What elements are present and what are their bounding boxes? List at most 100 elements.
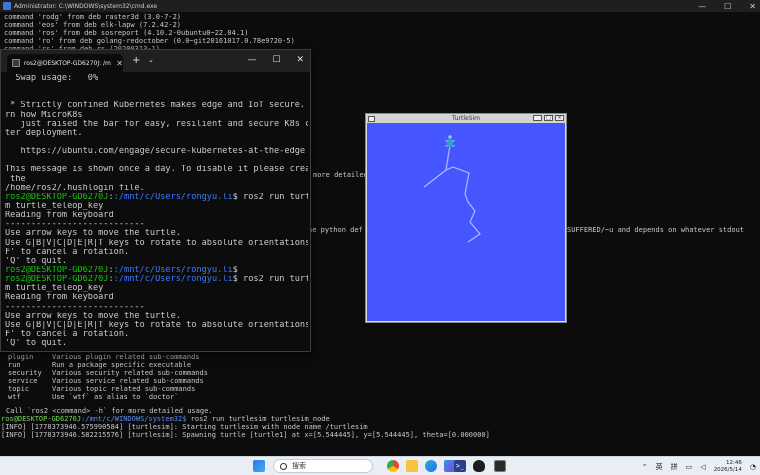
- ime-mode-indicator[interactable]: 拼: [671, 462, 678, 472]
- turtle-icon: [445, 135, 455, 147]
- ime-language-indicator[interactable]: 英: [656, 462, 663, 472]
- file-explorer-icon[interactable]: [406, 460, 418, 472]
- windows-taskbar: 搜索 >_ ⌃ 英 拼 ▭ ◁ 12:46 2026/5/14 ◔: [0, 456, 760, 475]
- ros2-subcommand-desc: Use `wtf` as alias to `doctor`: [52, 393, 179, 401]
- turtlesim-canvas: [367, 123, 565, 321]
- ros2-subcommand-desc: Various service related sub-commands: [52, 377, 204, 385]
- console-prompt-line: ros@DESKTOP-GD6270J:/mnt/c/WINDOWS/syste…: [1, 415, 330, 423]
- terminal-line: https://ubuntu.com/engage/secure-kuberne…: [5, 147, 306, 157]
- terminal-line: 'Q' to quit.: [5, 256, 68, 266]
- ros2-subcommand-name: security: [8, 369, 42, 377]
- background-console-title: Administrator: C:\WINDOWS\system32\cmd.e…: [14, 2, 158, 10]
- linux-terminal-icon: [12, 59, 20, 67]
- search-icon: [280, 462, 287, 470]
- console-line-fragment: he python def: [308, 226, 363, 234]
- close-icon[interactable]: ✕: [296, 55, 304, 65]
- notification-bell-icon[interactable]: ◔: [750, 463, 756, 471]
- terminal-line: just raised the bar for easy, resilient …: [5, 119, 308, 129]
- close-tab-icon[interactable]: ✕: [116, 59, 123, 68]
- turtle-path-drawing: [423, 135, 481, 243]
- terminal-line: 'Q' to quit.: [5, 339, 68, 349]
- ros2-subcommand-desc: Various security related sub-commands: [52, 369, 208, 377]
- console-call-hint: Call `ros2 <command> -h` for more detail…: [6, 407, 213, 415]
- console-line: command 'eos' from deb elk-lapw (7.2.42-…: [4, 21, 182, 29]
- maximize-icon[interactable]: ☐: [724, 2, 731, 11]
- turtle-trail: [423, 144, 481, 243]
- terminal-line: m turtle_teleop_key: [5, 201, 104, 211]
- network-icon[interactable]: ▭: [686, 463, 693, 471]
- ros2-subcommand-desc: Various topic related sub-commands: [52, 385, 196, 393]
- minimize-icon[interactable]: _: [533, 115, 542, 121]
- edge-icon[interactable]: [425, 460, 437, 472]
- volume-icon[interactable]: ◁: [700, 463, 705, 471]
- system-tray: ⌃ 英 拼 ▭ ◁ 12:46 2026/5/14 ◔: [642, 458, 756, 475]
- terminal-prompt-line: ros2@DESKTOP-GD6270J::/mnt/c/Users/rongy…: [5, 275, 308, 285]
- close-icon[interactable]: ×: [555, 115, 564, 121]
- terminal-icon[interactable]: [494, 460, 506, 472]
- terminal-line: This message is shown once a day. To dis…: [5, 165, 308, 175]
- tray-chevron-up-icon[interactable]: ⌃: [642, 463, 648, 471]
- chrome-icon[interactable]: [387, 460, 399, 472]
- terminal-line: Use arrow keys to move the turtle.: [5, 229, 181, 239]
- turtlesim-window: TurtleSim _ □ ×: [365, 113, 567, 323]
- start-windows-icon[interactable]: [253, 460, 265, 472]
- taskbar-search-box[interactable]: 搜索: [273, 459, 373, 473]
- maximize-icon[interactable]: ☐: [272, 55, 280, 65]
- terminal-line: F' to cancel a rotation.: [5, 329, 130, 339]
- taskbar-clock[interactable]: 12:46 2026/5/14: [714, 460, 742, 474]
- terminal-tab[interactable]: ros2@DESKTOP-GD6270J: /m ✕: [7, 54, 123, 72]
- console-app-icon: [3, 2, 11, 10]
- console-line-fragment: more detailed: [313, 171, 368, 179]
- new-tab-button[interactable]: +: [132, 55, 140, 66]
- search-placeholder: 搜索: [292, 462, 306, 470]
- terminal-line: Use G|B|V|C|D|E|R|T keys to rotate to ab…: [5, 238, 308, 248]
- powershell-icon[interactable]: >_: [454, 460, 466, 472]
- terminal-line: * Strictly confined Kubernetes makes edg…: [5, 101, 308, 111]
- terminal-line: rn how MicroK8s: [5, 110, 83, 120]
- background-console-titlebar[interactable]: Administrator: C:\WINDOWS\system32\cmd.e…: [0, 0, 760, 12]
- turtlesim-info-log: [INFO] [1778373946.575990584] [turtlesim…: [1, 423, 368, 431]
- terminal-prompt-line: ros2@DESKTOP-GD6270J::/mnt/c/Users/rongy…: [5, 265, 238, 275]
- terminal-line: ---------------------------: [5, 302, 145, 312]
- terminal-prompt-line: ros2@DESKTOP-GD6270J::/mnt/c/Users/rongy…: [5, 192, 308, 202]
- ros2-subcommand-name: run: [8, 361, 21, 369]
- console-line: command 'rodg' from deb raster3d (3.0-7-…: [4, 13, 182, 21]
- linux-penguin-icon[interactable]: [473, 460, 485, 472]
- terminal-line: Swap usage: 0%: [5, 74, 99, 83]
- terminal-line: /home/ros2/.hushlogin file.: [5, 183, 145, 193]
- console-line: command 'ros' from deb sosreport (4.10.2…: [4, 29, 249, 37]
- maximize-icon[interactable]: □: [544, 115, 553, 121]
- ros2-subcommand-name: topic: [8, 385, 30, 393]
- close-icon[interactable]: ✕: [749, 2, 756, 11]
- console-line-fragment: SUFFERED/~u and depends on whatever stdo…: [567, 226, 745, 234]
- console-line: command 'ro' from deb golang-redoctober …: [4, 37, 295, 45]
- minimize-icon[interactable]: —: [247, 55, 256, 65]
- terminal-tab-title: ros2@DESKTOP-GD6270J: /m: [23, 59, 111, 67]
- turtlesim-titlebar[interactable]: TurtleSim _ □ ×: [366, 114, 566, 123]
- terminal-line: Reading from keyboard: [5, 211, 114, 221]
- turtlesim-info-log: [INFO] [1778373946.582215576] [turtlesim…: [1, 431, 490, 439]
- tab-dropdown-chevron-icon[interactable]: ⌄: [148, 56, 154, 64]
- ros2-subcommand-name: wtf: [8, 393, 21, 401]
- ros2-subcommand-desc: Various plugin related sub-commands: [52, 353, 200, 361]
- terminal-line: the: [5, 174, 26, 184]
- terminal-output[interactable]: Swap usage: 0% * Strictly confined Kuber…: [5, 74, 308, 348]
- clock-date: 2026/5/14: [713, 466, 742, 473]
- terminal-line: Use arrow keys to move the turtle.: [5, 311, 181, 321]
- ros2-subcommand-desc: Run a package specific executable: [52, 361, 192, 369]
- terminal-tab-bar[interactable]: ros2@DESKTOP-GD6270J: /m ✕ + ⌄ — ☐ ✕: [1, 50, 310, 72]
- terminal-line: F' to cancel a rotation.: [5, 247, 130, 257]
- wsl-terminal-window: ros2@DESKTOP-GD6270J: /m ✕ + ⌄ — ☐ ✕ Swa…: [0, 49, 311, 352]
- terminal-line: ter deployment.: [5, 128, 83, 138]
- ros2-subcommand-name: service: [8, 377, 38, 385]
- clock-time: 12:46: [726, 459, 742, 466]
- terminal-line: m turtle_teleop_key: [5, 284, 104, 294]
- minimize-icon[interactable]: —: [698, 2, 706, 11]
- terminal-line: Use G|B|V|C|D|E|R|T keys to rotate to ab…: [5, 320, 308, 330]
- terminal-line: Reading from keyboard: [5, 293, 114, 303]
- terminal-line: ---------------------------: [5, 220, 145, 230]
